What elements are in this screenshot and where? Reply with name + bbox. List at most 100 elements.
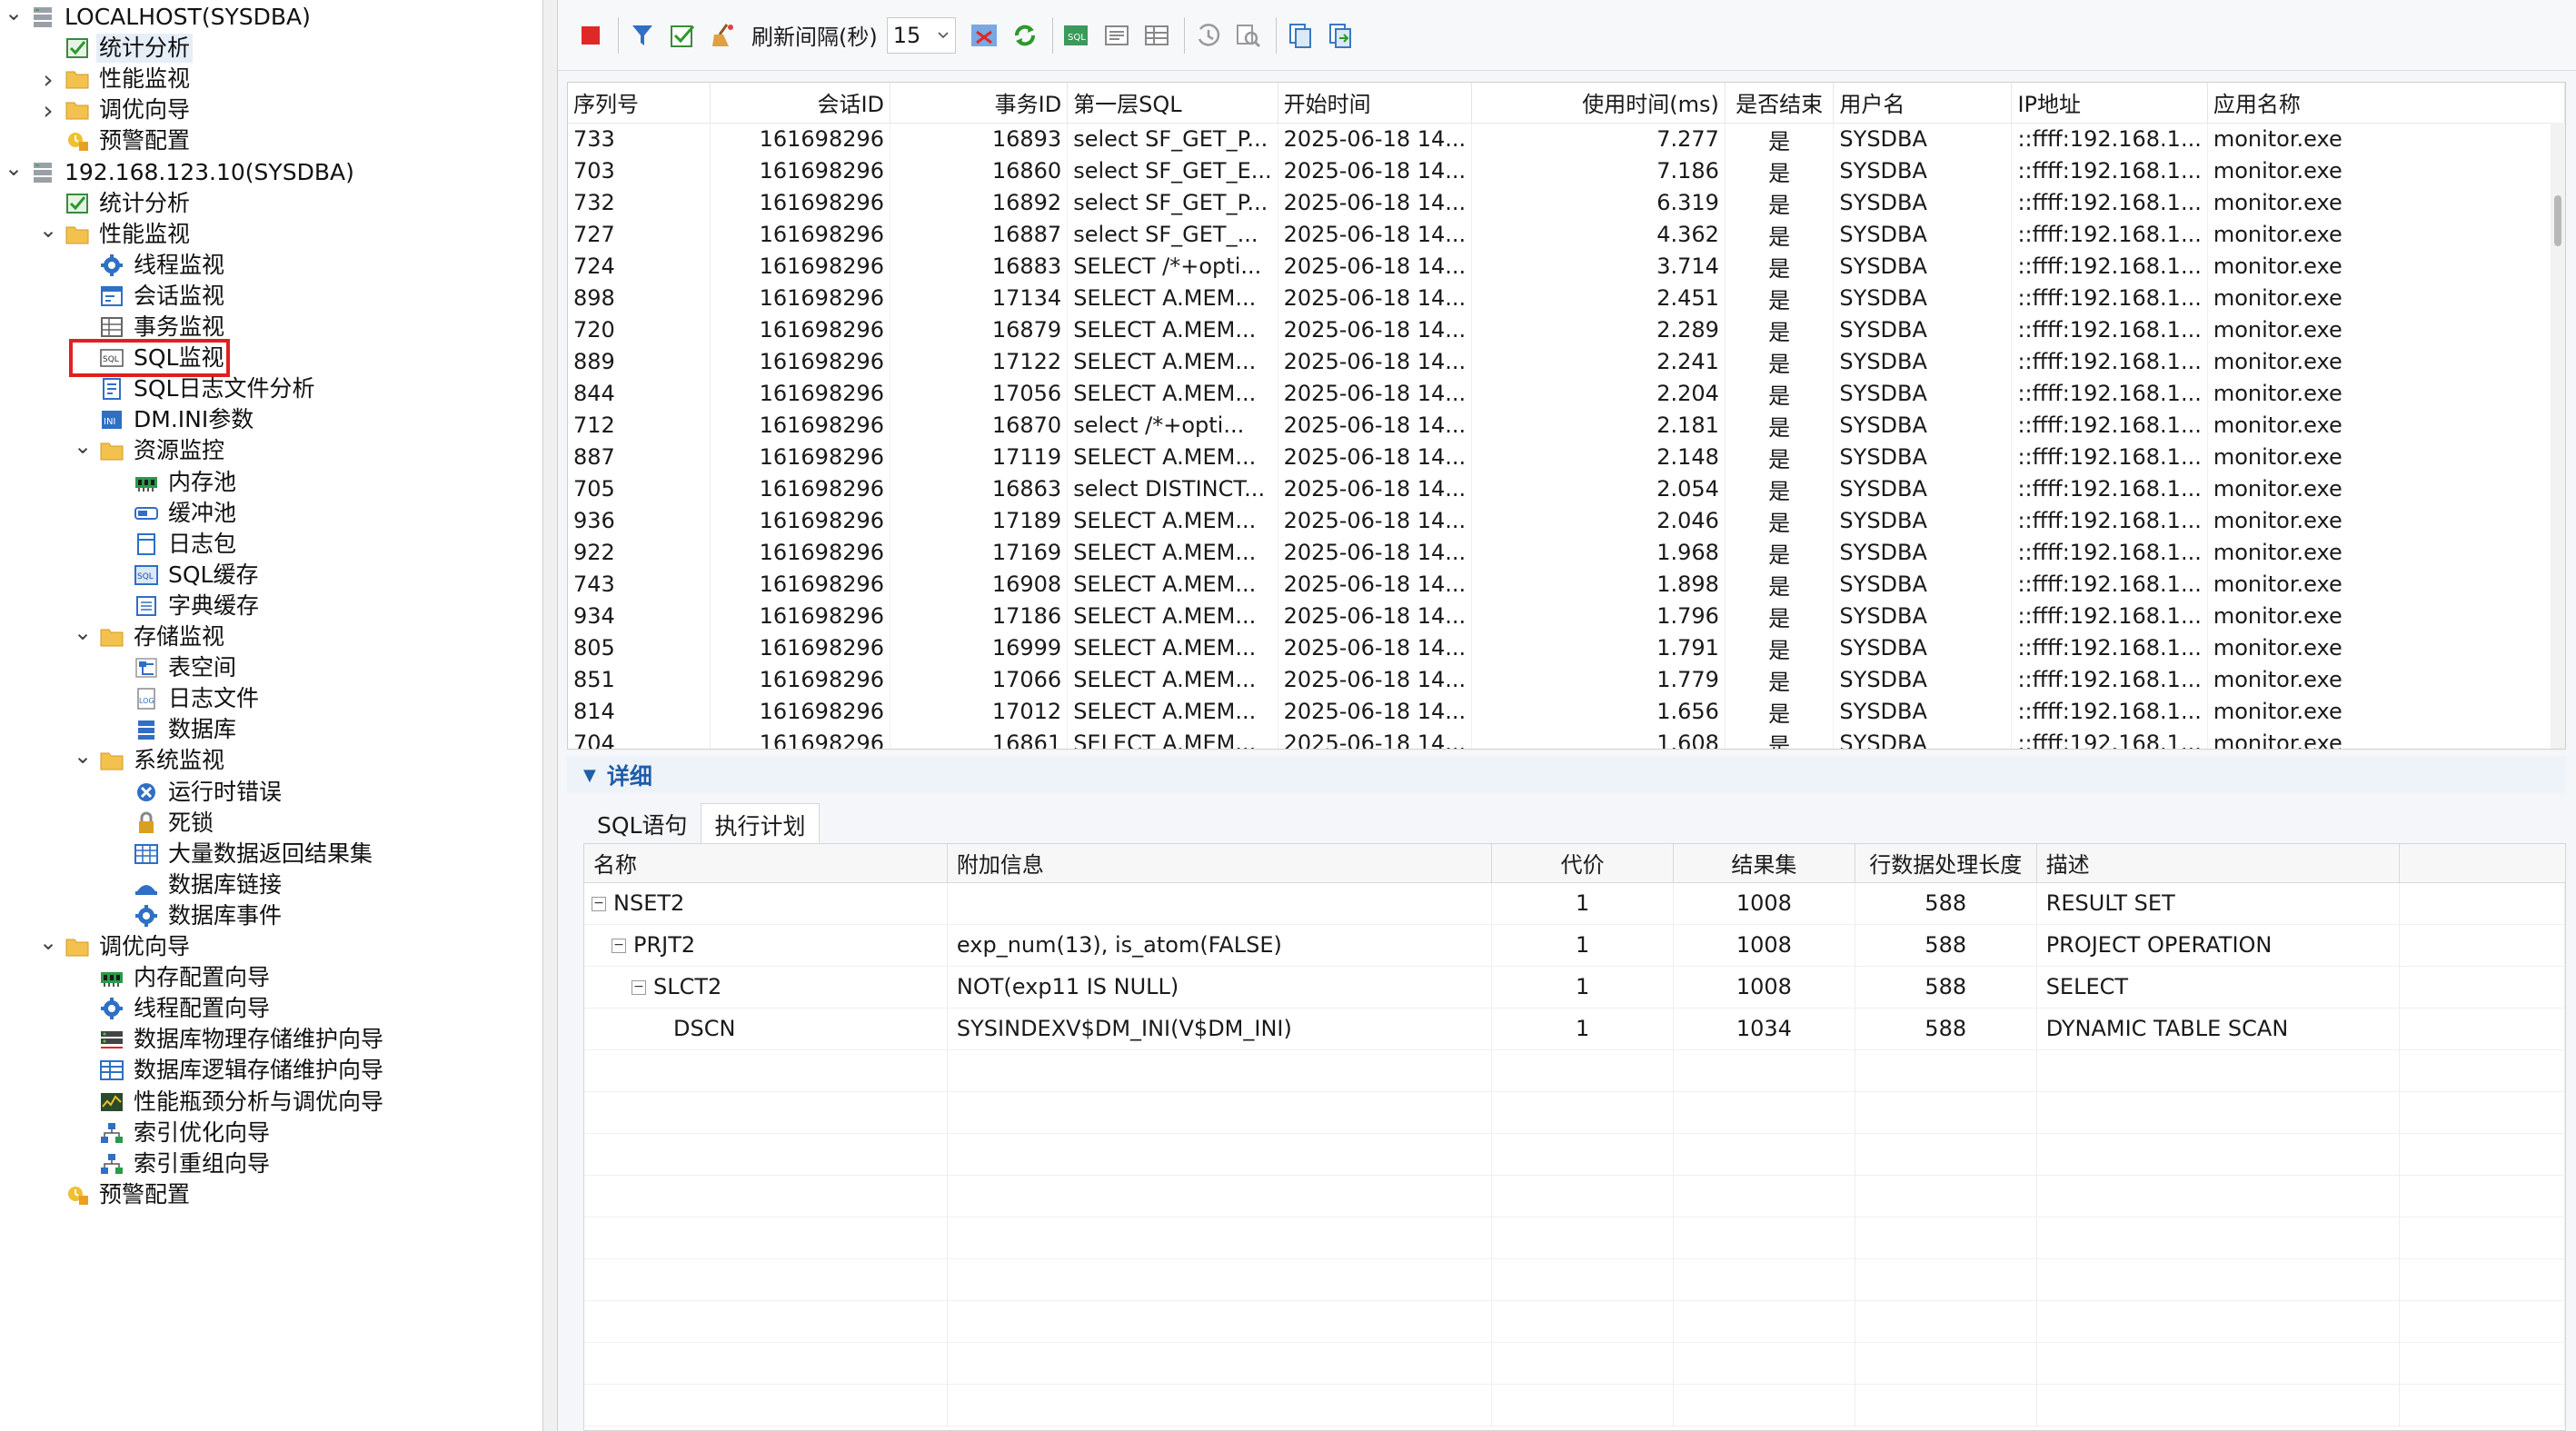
table-row[interactable]: 733 161698296 16893 select SF_GET_P... 2025-… [568,123,2565,155]
tree-item[interactable]: 线程配置向导 [73,993,273,1024]
tree-item[interactable]: ⌄ 系统监视 [73,743,227,776]
collapse-node-icon[interactable]: − [632,980,646,995]
grid-column-header[interactable]: 事务ID [890,83,1069,124]
table-row[interactable]: 814 161698296 17012 SELECT A.MEM... 2025-06-… [568,695,2565,728]
tree-item[interactable]: 索引优化向导 [73,1118,273,1148]
plan-column-header[interactable]: 代价 [1491,844,1674,883]
expand-toggle-icon[interactable]: ⌄ [73,740,93,771]
expand-toggle-icon[interactable]: ⌄ [38,927,58,958]
tree-item[interactable]: 数据库 [107,714,239,745]
plan-row[interactable]: − PRJT2 exp_num(13), is_atom(FALSE) 1 1008 58… [584,924,2565,967]
plan-row[interactable]: DSCN SYSINDEXV$DM_INI(V$DM_INI) 1 1034 588 DY… [584,1008,2565,1050]
tree-item[interactable]: SQL SQL监视 [68,339,231,378]
tree-item[interactable]: ⌄ 192.168.123.10(SYSDBA) [4,155,357,188]
table-row[interactable]: 805 161698296 16999 SELECT A.MEM... 2025-06-… [568,631,2565,664]
tree-item[interactable]: 线程监视 [73,250,227,281]
table-row[interactable]: 720 161698296 16879 SELECT A.MEM... 2025-06-… [568,313,2565,346]
collapse-arrow-icon[interactable]: ▼ [583,766,596,785]
sql-trace-button[interactable]: SQL [1059,15,1095,55]
tree-item[interactable]: LOG 日志文件 [107,683,262,714]
table-row[interactable]: 898 161698296 17134 SELECT A.MEM... 2025-06-… [568,282,2565,314]
tree-item[interactable]: ⌄ 性能监视 [38,217,193,250]
tree-item[interactable]: 统计分析 [38,188,193,219]
grid-column-header[interactable]: 应用名称 [2207,83,2565,124]
grid-column-header[interactable]: 序列号 [568,83,711,124]
table-row[interactable]: 727 161698296 16887 select SF_GET_... 2025-0… [568,218,2565,251]
pane-splitter[interactable] [543,0,558,1431]
tree-item[interactable]: SQL SQL缓存 [107,560,261,591]
plan-column-header[interactable]: 名称 [584,844,948,883]
tree-item[interactable]: 事务监视 [73,312,227,343]
table-row[interactable]: 934 161698296 17186 SELECT A.MEM... 2025-06-… [568,600,2565,632]
auto-refresh-button[interactable] [967,15,1003,55]
tree-item[interactable]: 数据库事件 [107,900,284,931]
table-row[interactable]: 922 161698296 17169 SELECT A.MEM... 2025-06-… [568,536,2565,569]
tree-item[interactable]: 性能瓶颈分析与调优向导 [73,1087,386,1118]
tree-item[interactable]: INI DM.INI参数 [73,404,256,435]
table-row[interactable]: 844 161698296 17056 SELECT A.MEM... 2025-06-… [568,377,2565,410]
grid-column-header[interactable]: 是否结束 [1725,83,1835,124]
execution-plan-table[interactable]: 名称 附加信息 代价 结果集 行数据处理长度 描述 − NSET2 1 1008 588 RESUL… [583,843,2566,1431]
tree-item[interactable]: 内存配置向导 [73,962,273,993]
table-row[interactable]: 705 161698296 16863 select DISTINCT... 2025-… [568,472,2565,505]
table-row[interactable]: 889 161698296 17122 SELECT A.MEM... 2025-06-… [568,345,2565,378]
table-row[interactable]: 743 161698296 16908 SELECT A.MEM... 2025-06-… [568,568,2565,601]
tree-item[interactable]: 数据库链接 [107,870,284,900]
table-row[interactable]: 887 161698296 17119 SELECT A.MEM... 2025-06-… [568,441,2565,473]
collapse-toggle-icon[interactable]: › [38,64,58,94]
plan-column-header[interactable]: 描述 [2036,844,2401,883]
expand-toggle-icon[interactable]: ⌄ [73,617,93,648]
export-button[interactable] [1322,15,1358,55]
tab-sql-statement[interactable]: SQL语句 [583,803,701,845]
table-row[interactable]: 703 161698296 16860 select SF_GET_E... 2025-… [568,154,2565,187]
table-row[interactable]: 851 161698296 17066 SELECT A.MEM... 2025-06-… [568,663,2565,696]
plan-column-header[interactable]: 结果集 [1673,844,1855,883]
tree-item[interactable]: SQL日志文件分析 [73,373,317,404]
expand-toggle-icon[interactable]: ⌄ [73,431,93,462]
refresh-button[interactable] [1007,15,1043,55]
tree-item[interactable]: 字典缓存 [107,591,262,621]
grid-column-header[interactable]: 用户名 [1833,83,2013,124]
expand-toggle-icon[interactable]: ⌄ [4,153,24,184]
table-row[interactable]: 936 161698296 17189 SELECT A.MEM... 2025-06-… [568,504,2565,537]
grid-vertical-scrollbar[interactable] [2551,123,2565,749]
clear-button[interactable] [704,15,741,55]
table-row[interactable]: 712 161698296 16870 select /*+opti... 2025-0… [568,409,2565,442]
sql-monitor-grid[interactable]: 序列号 会话ID 事务ID 第一层SQL 开始时间 使用时间(ms) 是否结束 用户名 IP地址… [567,82,2566,750]
expand-toggle-icon[interactable]: ⌄ [4,0,24,28]
search-button[interactable] [1230,15,1267,55]
plan-row[interactable]: − SLCT2 NOT(exp11 IS NULL) 1 1008 588 SELECT [584,966,2565,1009]
tree-item[interactable]: 预警配置 [38,1179,193,1210]
grid-column-header[interactable]: IP地址 [2011,83,2208,124]
refresh-interval-select[interactable]: 15 [886,16,956,54]
tree-item[interactable]: 预警配置 [38,125,193,156]
copy-button[interactable] [1282,15,1318,55]
tree-item[interactable]: › 调优向导 [38,94,193,125]
tree-item[interactable]: 内存池 [107,467,239,498]
scrollbar-thumb[interactable] [2554,195,2561,246]
collapse-toggle-icon[interactable]: › [38,94,58,125]
grid-column-header[interactable]: 开始时间 [1278,83,1473,124]
tree-item[interactable]: 会话监视 [73,281,227,312]
table-row[interactable]: 724 161698296 16883 SELECT /*+opti... 2025-0… [568,250,2565,283]
tree-item[interactable]: 数据库物理存储维护向导 [73,1024,386,1055]
table-row[interactable]: 704 161698296 16861 SELECT A.MEM... 2025-06-… [568,727,2565,749]
tree-item[interactable]: ⌄ 存储监视 [73,620,227,652]
navigation-tree[interactable]: ⌄ LOCALHOST(SYSDBA) 统计分析 › 性能监视 › 调优向导 预警配置 ⌄ 192… [0,0,543,1431]
tree-item[interactable]: 大量数据返回结果集 [107,839,375,870]
check-button[interactable] [664,15,701,55]
tree-item[interactable]: ⌄ 资源监控 [73,433,227,466]
tree-item[interactable]: 数据库逻辑存储维护向导 [73,1055,386,1086]
grid-view-button[interactable] [1139,15,1175,55]
history-button[interactable] [1190,15,1227,55]
tree-item[interactable]: 日志包 [107,529,239,560]
plan-row[interactable]: − NSET2 1 1008 588 RESULT SET [584,882,2565,925]
table-row[interactable]: 732 161698296 16892 select SF_GET_P... 2025-… [568,186,2565,219]
tree-item[interactable]: ⌄ 调优向导 [38,929,193,962]
grid-column-header[interactable]: 会话ID [710,83,891,124]
collapse-node-icon[interactable]: − [612,939,626,953]
tree-item[interactable]: › 性能监视 [38,64,193,94]
tree-item[interactable]: ⌄ LOCALHOST(SYSDBA) [4,0,313,33]
plan-column-header[interactable]: 附加信息 [947,844,1493,883]
filter-button[interactable] [624,15,661,55]
